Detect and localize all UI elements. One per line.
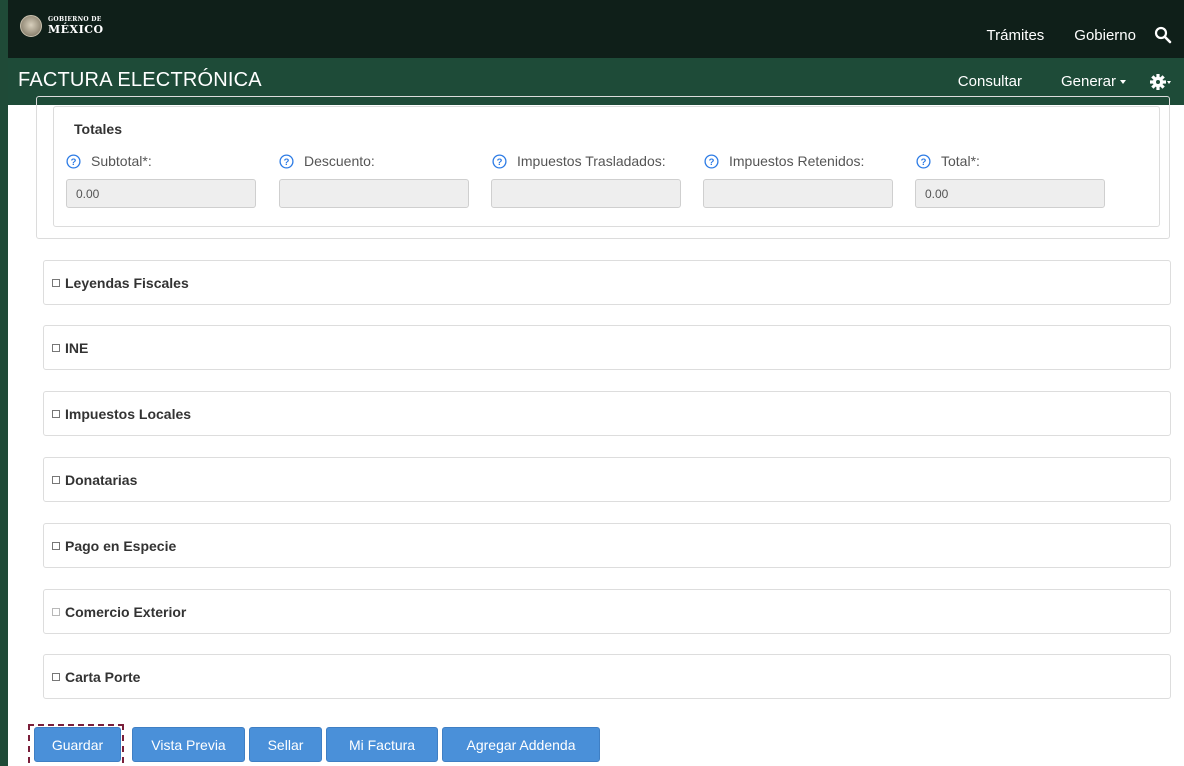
impuestos-trasladados-label: ? Impuestos Trasladados:	[492, 153, 666, 169]
total-label-text: Total*:	[941, 153, 980, 169]
totales-title: Totales	[74, 121, 122, 137]
nav-gobierno[interactable]: Gobierno	[1074, 27, 1136, 44]
logo-line-2: MÉXICO	[48, 23, 104, 36]
svg-text:?: ?	[497, 157, 503, 168]
section-checkbox[interactable]	[52, 475, 60, 484]
descuento-label: ? Descuento:	[279, 153, 375, 169]
svg-text:?: ?	[921, 157, 927, 168]
subtotal-label: ? Subtotal*:	[66, 153, 152, 169]
page-frame: GOBIERNO DE MÉXICO Trámites Gobierno FAC…	[0, 0, 1184, 766]
section-label: Leyendas Fiscales	[65, 274, 189, 291]
svg-text:?: ?	[709, 157, 715, 168]
svg-text:?: ?	[71, 157, 77, 168]
agregar-addenda-button[interactable]: Agregar Addenda	[442, 727, 600, 762]
section-checkbox[interactable]	[52, 541, 60, 550]
search-icon[interactable]	[1154, 26, 1172, 44]
impuestos-trasladados-input[interactable]	[491, 179, 681, 208]
section-carta-porte[interactable]: Carta Porte	[43, 654, 1171, 699]
help-icon[interactable]: ?	[704, 153, 719, 169]
section-checkbox	[52, 607, 60, 616]
help-icon[interactable]: ?	[492, 153, 507, 169]
guardar-button[interactable]: Guardar	[34, 727, 121, 762]
impuestos-retenidos-label: ? Impuestos Retenidos:	[704, 153, 864, 169]
subtotal-input[interactable]	[66, 179, 256, 208]
gob-header: GOBIERNO DE MÉXICO Trámites Gobierno	[8, 0, 1184, 58]
nav-generar-dropdown[interactable]: Generar	[1061, 73, 1126, 90]
caret-down-icon	[1120, 80, 1126, 85]
help-icon[interactable]: ?	[279, 153, 294, 169]
gob-mx-logo[interactable]: GOBIERNO DE MÉXICO	[20, 15, 104, 37]
impuestos-trasladados-label-text: Impuestos Trasladados:	[517, 153, 666, 169]
nav-generar-label: Generar	[1060, 73, 1116, 90]
section-checkbox[interactable]	[52, 672, 60, 681]
descuento-label-text: Descuento:	[304, 153, 375, 169]
section-donatarias[interactable]: Donatarias	[43, 457, 1171, 502]
help-icon[interactable]: ?	[66, 153, 81, 169]
section-comercio-exterior[interactable]: Comercio Exterior	[43, 589, 1171, 634]
gear-icon[interactable]	[1150, 73, 1172, 91]
help-icon[interactable]: ?	[916, 153, 931, 169]
svg-text:?: ?	[284, 157, 290, 168]
impuestos-retenidos-input[interactable]	[703, 179, 893, 208]
section-label: Carta Porte	[65, 668, 141, 685]
section-checkbox[interactable]	[52, 343, 60, 352]
section-checkbox[interactable]	[52, 278, 60, 287]
section-label: Impuestos Locales	[65, 405, 192, 422]
app-title[interactable]: FACTURA ELECTRÓNICA	[18, 69, 262, 92]
subtotal-label-text: Subtotal*:	[91, 153, 152, 169]
national-seal-icon	[20, 15, 42, 37]
descuento-input[interactable]	[279, 179, 469, 208]
section-leyendas-fiscales[interactable]: Leyendas Fiscales	[43, 260, 1171, 305]
section-pago-en-especie[interactable]: Pago en Especie	[43, 523, 1171, 568]
section-label: Donatarias	[65, 471, 138, 488]
vista-previa-button[interactable]: Vista Previa	[132, 727, 245, 762]
nav-tramites[interactable]: Trámites	[987, 27, 1045, 44]
section-label: Pago en Especie	[65, 537, 177, 554]
section-label: INE	[65, 339, 89, 356]
section-ine[interactable]: INE	[43, 325, 1171, 370]
mi-factura-button[interactable]: Mi Factura	[326, 727, 438, 762]
section-checkbox[interactable]	[52, 409, 60, 418]
total-label: ? Total*:	[916, 153, 980, 169]
total-input[interactable]	[915, 179, 1105, 208]
section-impuestos-locales[interactable]: Impuestos Locales	[43, 391, 1171, 436]
section-label: Comercio Exterior	[65, 603, 187, 620]
impuestos-retenidos-label-text: Impuestos Retenidos:	[729, 153, 865, 169]
sellar-button[interactable]: Sellar	[249, 727, 322, 762]
nav-consultar[interactable]: Consultar	[958, 73, 1022, 90]
